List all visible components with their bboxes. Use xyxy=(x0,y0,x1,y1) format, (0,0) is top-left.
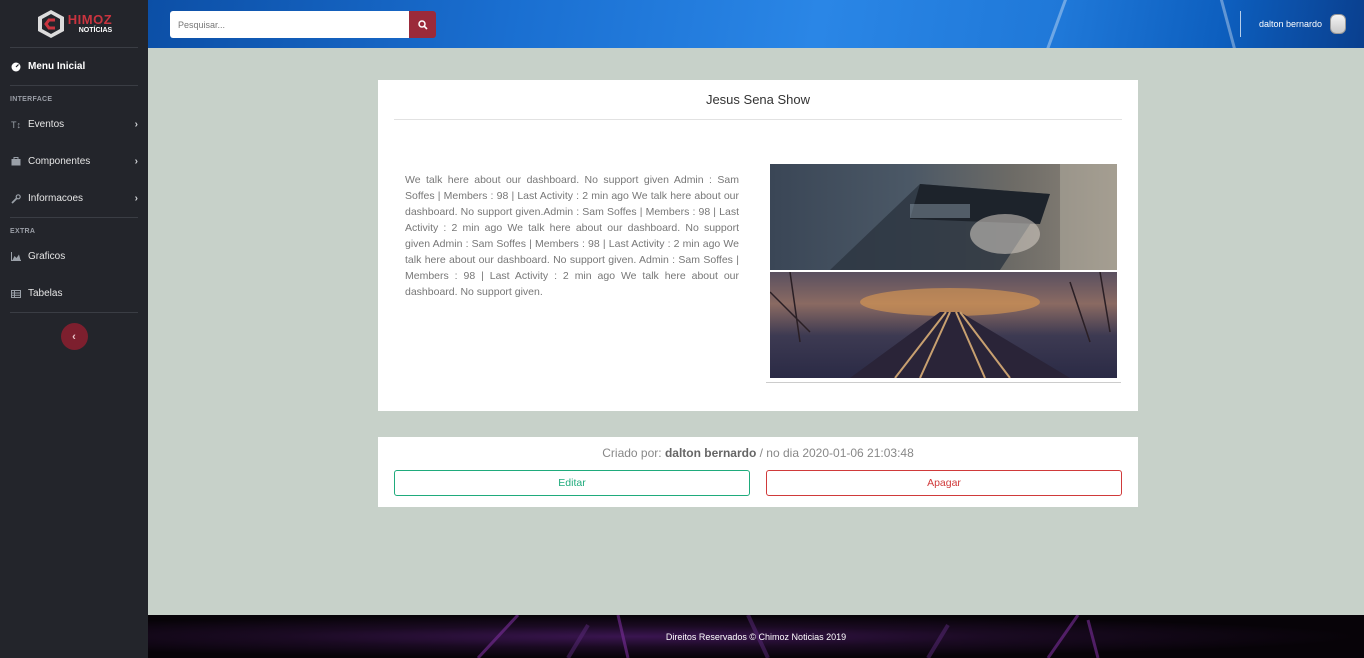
brand-logo[interactable]: HIMOZ NOTÍCIAS xyxy=(10,0,138,48)
sidebar-item-label: Menu Inicial xyxy=(28,61,86,72)
decorative-streak xyxy=(1217,0,1242,48)
user-menu[interactable]: dalton bernardo xyxy=(1239,11,1346,37)
topbar: dalton bernardo xyxy=(148,0,1364,48)
topbar-divider xyxy=(1239,11,1241,37)
area-chart-icon xyxy=(10,251,22,263)
footer: Direitos Reservados © Chimoz Noticias 20… xyxy=(148,615,1364,658)
table-icon xyxy=(10,288,22,300)
footer-copyright: Direitos Reservados © Chimoz Noticias 20… xyxy=(665,631,847,642)
sidebar-item-label: Tabelas xyxy=(28,288,63,299)
author-name: dalton bernardo xyxy=(664,446,757,460)
created-by-label: Criado por: xyxy=(602,446,662,460)
sidebar-item-graficos[interactable]: Graficos xyxy=(0,238,148,275)
section-heading-interface: INTERFACE xyxy=(10,96,53,103)
sidebar-item-label: Eventos xyxy=(28,119,65,130)
avatar[interactable] xyxy=(1330,14,1346,34)
text-height-icon: T↕ xyxy=(11,119,21,130)
sidebar-item-componentes[interactable]: Componentes › xyxy=(0,143,148,180)
post-body: We talk here about our dashboard. No sup… xyxy=(405,174,739,298)
post-images xyxy=(766,164,1121,383)
post-image-laptop xyxy=(770,164,1117,270)
sidebar-toggle-button[interactable]: ‹ xyxy=(60,323,88,350)
section-heading-extra: EXTRA xyxy=(10,228,36,235)
delete-button[interactable]: Apagar xyxy=(766,470,1122,496)
search-input[interactable] xyxy=(170,11,409,38)
sidebar-item-tabelas[interactable]: Tabelas xyxy=(0,275,148,312)
search-bar xyxy=(170,11,436,38)
sidebar-item-menu-inicial[interactable]: Menu Inicial xyxy=(0,48,148,85)
brand-subtitle: NOTÍCIAS xyxy=(78,27,113,34)
post-card: Jesus Sena Show We talk here about our d… xyxy=(378,80,1138,411)
dashboard-icon xyxy=(10,61,22,73)
sidebar: HIMOZ NOTÍCIAS Menu Inicial INTERFACE T↕… xyxy=(0,0,148,658)
created-date: / no dia 2020-01-06 21:03:48 xyxy=(759,446,914,460)
chevron-right-icon: › xyxy=(134,193,138,204)
chevron-right-icon: › xyxy=(134,156,138,167)
user-name: dalton bernardo xyxy=(1258,19,1322,29)
sidebar-item-label: Graficos xyxy=(28,251,66,262)
hexagon-logo-icon xyxy=(37,9,64,38)
sidebar-item-label: Componentes xyxy=(28,156,91,167)
post-title: Jesus Sena Show xyxy=(394,80,1122,120)
decorative-streak xyxy=(1039,0,1070,48)
search-icon xyxy=(417,19,428,30)
sidebar-item-label: Informacoes xyxy=(28,193,84,204)
post-image-railway xyxy=(770,272,1117,378)
search-button[interactable] xyxy=(409,11,436,38)
post-meta-card: Criado por: dalton bernardo / no dia 202… xyxy=(378,437,1138,507)
brand-name: HIMOZ xyxy=(67,12,113,27)
sidebar-item-eventos[interactable]: T↕ Eventos › xyxy=(0,106,148,143)
sidebar-item-informacoes[interactable]: Informacoes › xyxy=(0,180,148,217)
post-meta: Criado por: dalton bernardo / no dia 202… xyxy=(378,437,1138,460)
briefcase-icon xyxy=(10,156,22,168)
chevron-right-icon: › xyxy=(134,119,138,130)
wrench-icon xyxy=(10,193,22,205)
image-divider xyxy=(766,382,1121,383)
edit-button[interactable]: Editar xyxy=(394,470,750,496)
